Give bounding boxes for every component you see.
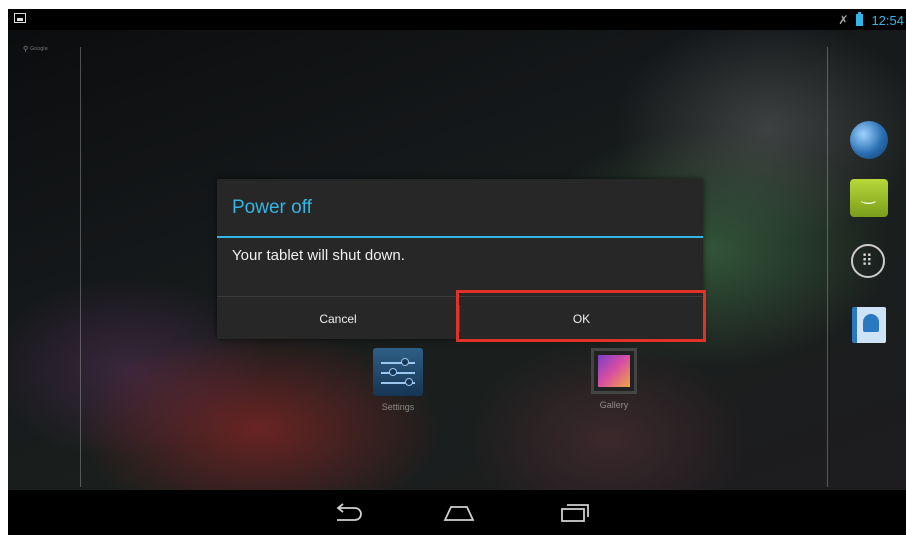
status-bar: ✗ 12:54 [8, 9, 906, 30]
search-hint-label: Google [30, 46, 48, 52]
image-notification-icon [14, 13, 26, 23]
app-label-gallery: Gallery [599, 400, 629, 410]
dialog-title: Power off [232, 197, 312, 218]
settings-icon [373, 348, 423, 396]
messaging-icon[interactable] [850, 179, 888, 217]
tablet-screen: ✗ 12:54 ⚲ Google Settings Gallery Power … [8, 9, 906, 535]
browser-globe-icon[interactable] [850, 121, 888, 159]
ok-button[interactable]: OK [460, 297, 703, 340]
recent-apps-icon[interactable] [555, 500, 595, 526]
cancel-button[interactable]: Cancel [217, 297, 459, 340]
app-shortcut-settings[interactable]: Settings [368, 348, 428, 412]
home-icon[interactable] [439, 500, 479, 526]
gallery-icon [591, 348, 637, 394]
search-icon: ⚲ [23, 45, 29, 53]
status-clock: 12:54 [871, 12, 904, 28]
power-off-dialog: Power off Your tablet will shut down. Ca… [217, 179, 703, 339]
dialog-button-bar: Cancel OK [217, 296, 703, 340]
google-search-bar[interactable]: ⚲ Google [23, 45, 48, 53]
workspace-divider-right [827, 47, 828, 487]
dialog-message: Your tablet will shut down. [232, 247, 405, 264]
people-icon[interactable] [852, 307, 886, 343]
mute-icon: ✗ [838, 13, 849, 27]
app-label-settings: Settings [381, 402, 415, 412]
status-tray: ✗ 12:54 [838, 10, 904, 30]
dialog-title-divider [217, 236, 703, 238]
back-icon[interactable] [328, 500, 368, 526]
all-apps-icon[interactable] [851, 244, 885, 278]
app-shortcut-gallery[interactable]: Gallery [584, 348, 644, 410]
navigation-bar [8, 490, 906, 535]
workspace-divider-left [80, 47, 81, 487]
battery-icon [856, 12, 864, 26]
